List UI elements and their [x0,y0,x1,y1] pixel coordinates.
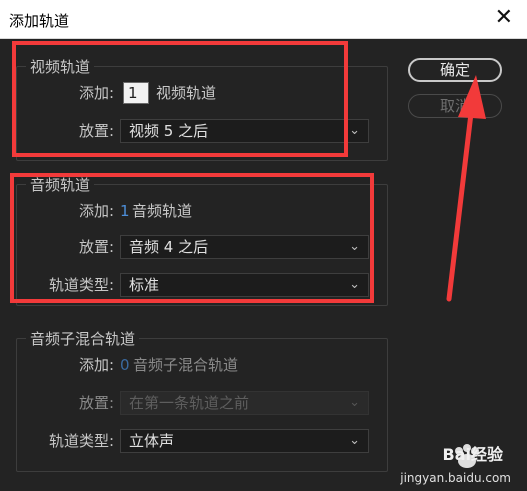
ok-button[interactable]: 确定 [408,58,502,82]
chevron-down-icon: ⌄ [349,395,360,410]
close-icon[interactable]: ✕ [495,6,513,30]
dialog-body: 视频轨道 添加: 1 视频轨道 放置: 视频 5 之后 ⌄ 音频轨道 添加: 1… [0,39,527,491]
chevron-down-icon: ⌄ [349,433,360,448]
submix-placement-value: 在第一条轨道之前 [129,394,250,412]
submix-type-label: 轨道类型: [48,432,114,450]
submix-count-value[interactable]: 0 [120,355,130,375]
submix-type-select[interactable]: 立体声 ⌄ [120,429,369,453]
submix-count-suffix: 音频子混合轨道 [133,356,239,374]
submix-add-label: 添加: [78,356,114,374]
chevron-down-icon: ⌄ [349,123,360,138]
submix-placement-label: 放置: [78,394,114,412]
title-bar: 添加轨道 ✕ [0,0,527,39]
watermark-url: jingyan.baidu.com [400,471,511,485]
submix-placement-select: 在第一条轨道之前 ⌄ [120,391,369,415]
cancel-button[interactable]: 取消 [408,94,502,118]
annotation-box-audio [10,173,374,303]
submix-track-legend: 音频子混合轨道 [26,330,140,348]
annotation-box-video [12,41,348,157]
window-title: 添加轨道 [9,12,70,30]
submix-type-value: 立体声 [129,432,175,450]
watermark-brand: Bai经验 [442,445,503,464]
